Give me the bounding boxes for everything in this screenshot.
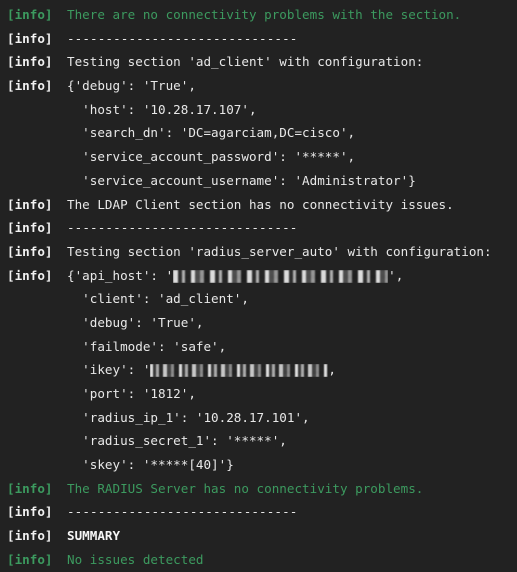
log-message-suffix: ', (388, 267, 404, 283)
terminal-line: [info] Testing section 'radius_server_aut… (7, 240, 517, 264)
terminal-line: [info] Testing section 'ad_client' with c… (7, 50, 517, 74)
log-message: 'port': '1812', (67, 386, 196, 401)
terminal-line: [info] No issues detected (7, 548, 517, 572)
log-level-tag: [info] (7, 54, 53, 70)
log-message: 'host': '10.28.17.107', (67, 101, 257, 117)
terminal-line: [info] {'debug': 'True', (7, 74, 517, 98)
log-level-tag: [info] (7, 196, 53, 212)
terminal-line: [info] There are no connectivity problems… (7, 3, 517, 27)
terminal-line: [info] ------------------------------ (7, 27, 517, 51)
terminal-output-pane[interactable]: [info] There are no connectivity problems… (0, 0, 517, 567)
log-level-tag: [info] (7, 480, 53, 496)
log-level-tag: [info] (7, 267, 53, 283)
redacted-value-ikey (150, 364, 329, 378)
terminal-line: 'service_account_password': '*****', (7, 145, 517, 169)
separator-rule: ------------------------------ (67, 220, 298, 236)
log-level-tag: [info] (7, 504, 53, 520)
log-message: {'debug': 'True', (67, 78, 196, 94)
log-message: 'radius_ip_1': '10.28.17.101', (67, 409, 310, 425)
log-message: 'debug': 'True', (67, 314, 204, 330)
log-message: Testing section 'radius_server_auto' wit… (67, 243, 492, 259)
separator-rule: ------------------------------ (67, 30, 298, 46)
log-level-tag: [info] (7, 220, 53, 236)
log-message-suffix: , (328, 362, 336, 378)
log-message: SUMMARY (67, 528, 121, 544)
log-level-tag: [info] (7, 78, 53, 94)
terminal-line: 'ikey': ', (7, 358, 517, 382)
terminal-line: 'service_account_username': 'Administrat… (7, 169, 517, 193)
log-level-tag: [info] (7, 551, 53, 567)
terminal-line: 'skey': '*****[40]'} (7, 453, 517, 477)
log-level-tag: [info] (7, 528, 53, 544)
terminal-line: [info] SUMMARY (7, 524, 517, 548)
terminal-line: [info] The LDAP Client section has no con… (7, 193, 517, 217)
redacted-value-api-host (173, 269, 389, 283)
log-message: {'api_host': ' (67, 267, 174, 283)
terminal-line: 'radius_ip_1': '10.28.17.101', (7, 406, 517, 430)
log-message: 'service_account_username': 'Administrat… (67, 172, 416, 188)
terminal-line: 'debug': 'True', (7, 311, 517, 335)
terminal-line: 'radius_secret_1': '*****', (7, 429, 517, 453)
log-level-tag: [info] (7, 30, 53, 46)
log-message: 'radius_secret_1': '*****', (67, 433, 287, 449)
separator-rule: ------------------------------ (67, 504, 298, 520)
log-message: No issues detected (67, 551, 204, 567)
log-message: 'search_dn': 'DC=agarciam,DC=cisco', (67, 125, 356, 141)
log-level-tag: [info] (7, 243, 53, 259)
log-message: 'service_account_password': '*****', (67, 149, 356, 165)
log-message: The RADIUS Server has no connectivity pr… (67, 480, 424, 496)
log-message: 'failmode': 'safe', (67, 338, 227, 354)
terminal-line: 'failmode': 'safe', (7, 335, 517, 359)
terminal-line: [info] {'api_host': ' ', (7, 264, 517, 288)
log-message: The LDAP Client section has no connectiv… (67, 196, 454, 212)
terminal-line: 'search_dn': 'DC=agarciam,DC=cisco', (7, 121, 517, 145)
log-message: 'skey': '*****[40]'} (67, 457, 234, 473)
terminal-line: [info] ------------------------------ (7, 500, 517, 524)
log-level-tag: [info] (7, 7, 53, 22)
terminal-line: [info] The RADIUS Server has no connectiv… (7, 477, 517, 501)
log-message: Testing section 'ad_client' with configu… (67, 54, 424, 70)
terminal-line: 'client': 'ad_client', (7, 287, 517, 311)
terminal-line: 'port': '1812', (7, 382, 517, 406)
terminal-line: [info] ------------------------------ (7, 216, 517, 240)
log-message: 'client': 'ad_client', (67, 291, 249, 307)
log-message: 'ikey': ' (67, 362, 151, 378)
log-message: There are no connectivity problems with … (67, 7, 462, 22)
terminal-line: 'host': '10.28.17.107', (7, 98, 517, 122)
